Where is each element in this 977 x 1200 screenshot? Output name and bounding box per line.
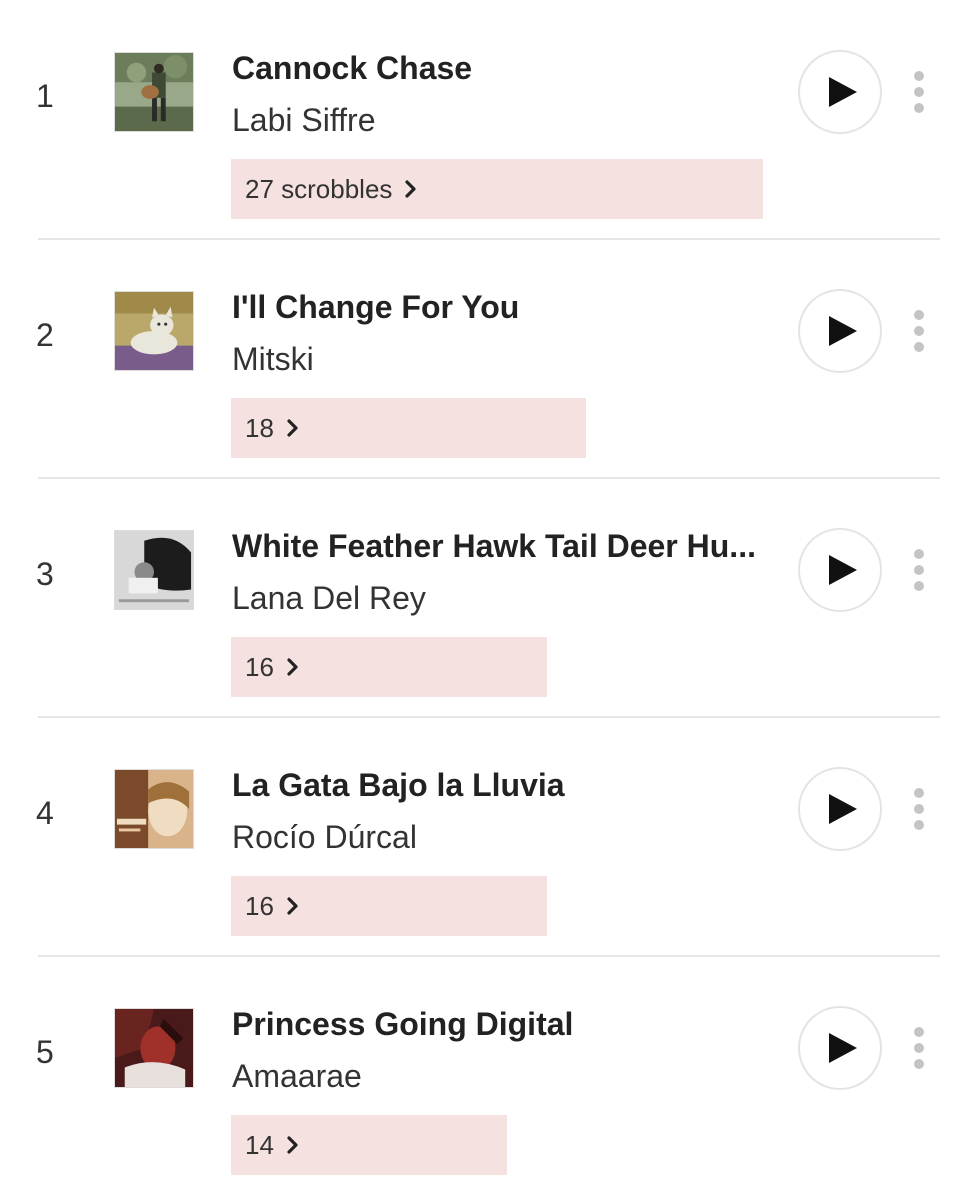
play-button[interactable] [798,767,882,851]
track-rank: 1 [36,78,54,114]
track-artist[interactable]: Lana Del Rey [232,577,777,619]
scrobble-count-button[interactable]: 14 [231,1115,507,1175]
more-vertical-icon [914,1027,924,1069]
album-art-image [115,1009,193,1087]
scrobble-count-button[interactable]: 16 [231,637,547,697]
album-art-image [115,53,193,131]
track-title[interactable]: La Gata Bajo la Lluvia [232,764,777,806]
track-artist[interactable]: Rocío Dúrcal [232,816,777,858]
album-art[interactable] [114,52,194,132]
play-icon [829,555,857,585]
play-icon [829,1033,857,1063]
track-rank: 3 [36,556,54,592]
track-rank: 4 [36,795,54,831]
scrobble-count: 16 [245,891,274,921]
more-vertical-icon [914,549,924,591]
track-list: 1 Cannock Chase Labi Siffre 27 scrobbles [0,0,977,1200]
play-button[interactable] [798,528,882,612]
album-art-image [115,770,193,848]
more-options-button[interactable] [904,66,934,118]
track-artist[interactable]: Amaarae [232,1055,777,1097]
track-title[interactable]: Princess Going Digital [232,1003,777,1045]
track-artist[interactable]: Labi Siffre [232,99,777,141]
chevron-right-icon [286,1135,300,1155]
scrobble-count-button[interactable]: 16 [231,876,547,936]
chevron-right-icon [286,896,300,916]
track-title[interactable]: White Feather Hawk Tail Deer Hu... [232,525,777,567]
track-row: 3 White Feather Hawk Tail Deer Hu... Lan… [0,478,977,718]
scrobble-count-button[interactable]: 27 scrobbles [231,159,763,219]
more-options-button[interactable] [904,1022,934,1074]
track-title[interactable]: I'll Change For You [232,286,777,328]
play-button[interactable] [798,1006,882,1090]
more-vertical-icon [914,71,924,113]
more-options-button[interactable] [904,305,934,357]
play-button[interactable] [798,289,882,373]
scrobble-count-button[interactable]: 18 [231,398,586,458]
track-artist[interactable]: Mitski [232,338,777,380]
album-art[interactable] [114,1008,194,1088]
more-vertical-icon [914,310,924,352]
track-row: 5 Princess Going Digital Amaarae 14 [0,956,977,1195]
track-row: 2 I'll Change For You Mitski 18 [0,239,977,479]
track-title[interactable]: Cannock Chase [232,47,777,89]
play-icon [829,77,857,107]
album-art[interactable] [114,769,194,849]
scrobble-count: 16 [245,652,274,682]
chevron-right-icon [286,657,300,677]
album-art-image [115,292,193,370]
album-art-image [115,531,193,609]
album-art[interactable] [114,530,194,610]
more-vertical-icon [914,788,924,830]
scrobble-count: 18 [245,413,274,443]
scrobble-count: 27 scrobbles [245,174,393,204]
chevron-right-icon [404,179,418,199]
track-row: 4 La Gata Bajo la Lluvia Rocío Dúrcal 16 [0,717,977,957]
track-rank: 5 [36,1034,54,1070]
scrobble-count: 14 [245,1130,274,1160]
play-icon [829,794,857,824]
chevron-right-icon [286,418,300,438]
play-icon [829,316,857,346]
track-rank: 2 [36,317,54,353]
play-button[interactable] [798,50,882,134]
more-options-button[interactable] [904,783,934,835]
more-options-button[interactable] [904,544,934,596]
album-art[interactable] [114,291,194,371]
track-row: 1 Cannock Chase Labi Siffre 27 scrobbles [0,0,977,240]
